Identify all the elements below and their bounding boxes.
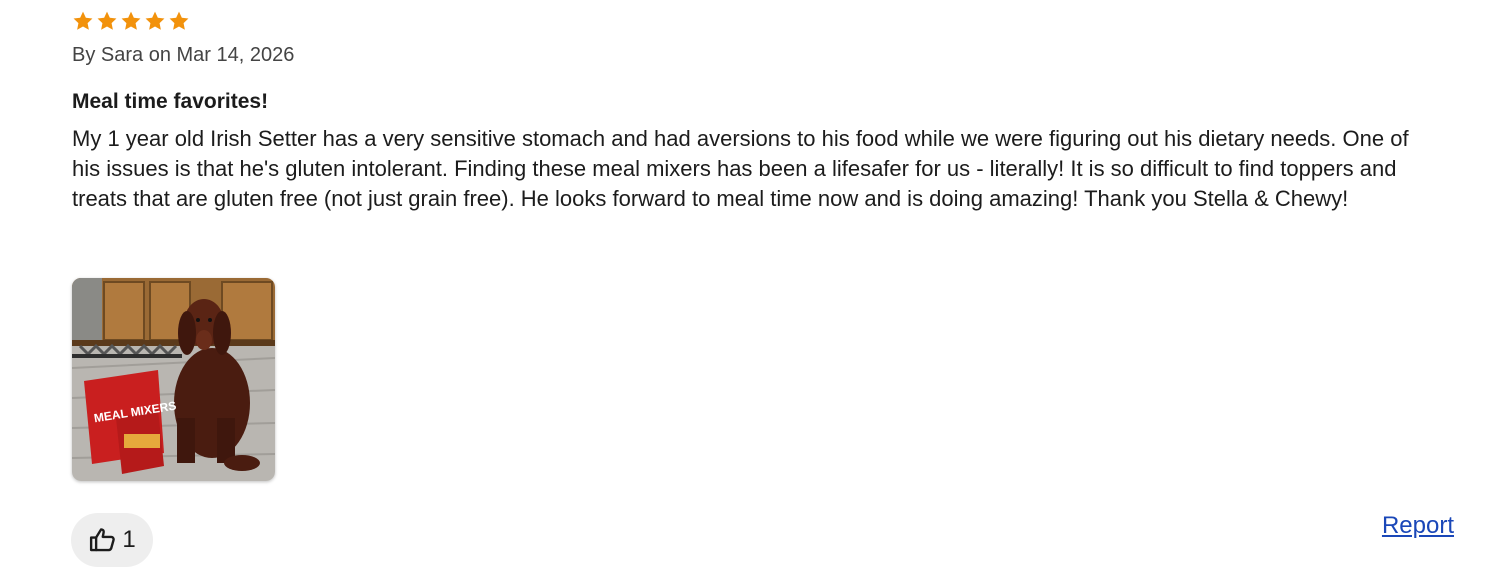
review-photo[interactable]: MEAL MIXERS [72, 278, 275, 481]
star-icon [120, 10, 142, 32]
thumbs-up-icon [88, 525, 118, 555]
star-rating [72, 8, 1456, 34]
review-byline: By Sara on Mar 14, 2026 [72, 44, 295, 66]
star-icon [144, 10, 166, 32]
review-body: My 1 year old Irish Setter has a very se… [72, 126, 1409, 211]
helpful-button[interactable]: 1 [71, 513, 153, 567]
star-icon [168, 10, 190, 32]
star-icon [72, 10, 94, 32]
review-title: Meal time favorites! [72, 90, 269, 113]
review-card: By Sara on Mar 14, 2026 Meal time favori… [72, 8, 1456, 214]
star-icon [96, 10, 118, 32]
report-link[interactable]: Report [1382, 512, 1454, 540]
helpful-count: 1 [122, 526, 136, 553]
